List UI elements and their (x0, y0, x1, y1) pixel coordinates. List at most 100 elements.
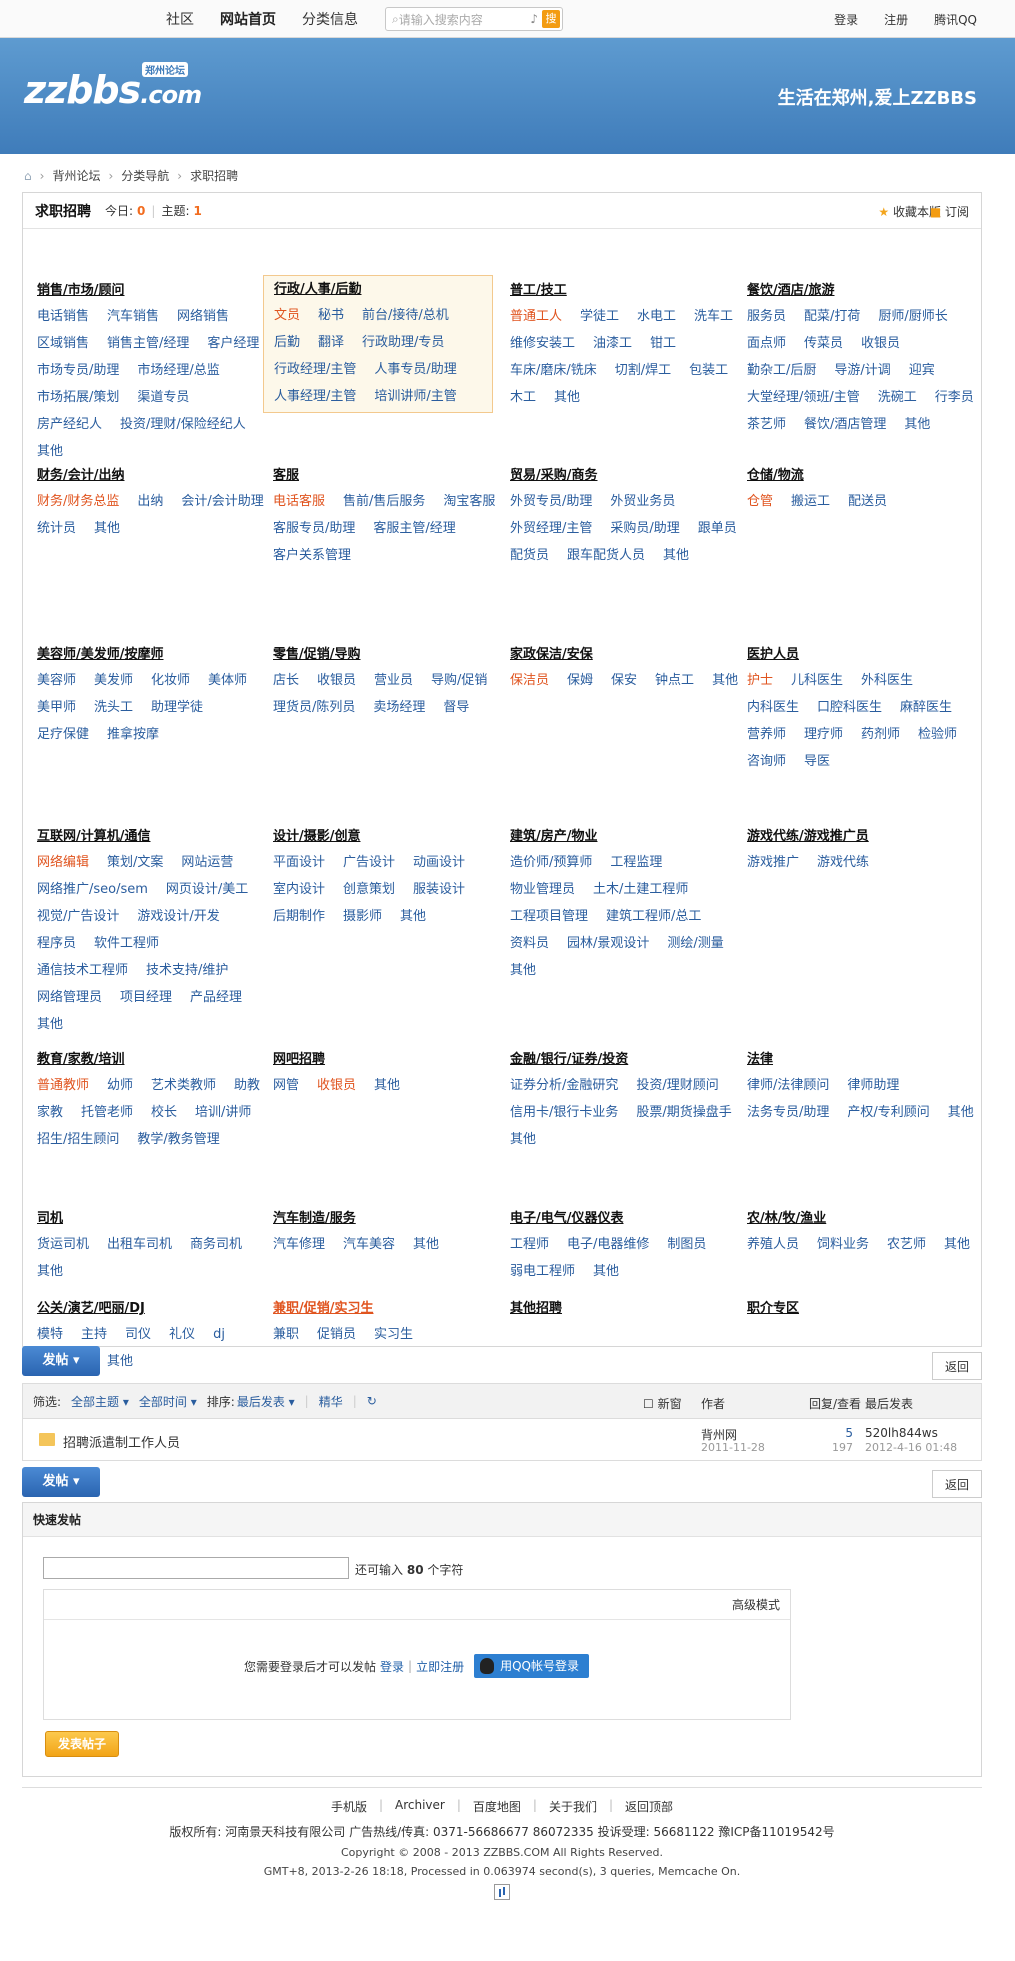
category-title[interactable]: 法律 (747, 1048, 977, 1072)
category-link[interactable]: 造价师/预算师 (510, 849, 592, 876)
category-title[interactable]: 销售/市场/顾问 (37, 279, 267, 303)
category-link[interactable]: 客户经理 (207, 330, 259, 357)
category-link[interactable]: 洗碗工 (878, 384, 917, 411)
category-link[interactable]: 市场经理/总监 (137, 357, 219, 384)
category-link[interactable]: 美容师 (37, 667, 76, 694)
footer-link[interactable]: 手机版 (331, 1798, 367, 1815)
home-icon[interactable]: ⌂ (24, 169, 32, 183)
category-link[interactable]: 会计/会计助理 (181, 488, 263, 515)
category-link[interactable]: 木工 (510, 384, 536, 411)
category-title[interactable]: 互联网/计算机/通信 (37, 825, 267, 849)
category-link[interactable]: 足疗保健 (37, 721, 89, 748)
category-link[interactable]: 茶艺师 (747, 411, 786, 438)
category-link[interactable]: 理货员/陈列员 (273, 694, 355, 721)
category-link[interactable]: 物业管理员 (510, 876, 575, 903)
category-link[interactable]: 仓管 (747, 488, 773, 515)
category-link[interactable]: 工程监理 (610, 849, 662, 876)
category-link[interactable]: 市场拓展/策划 (37, 384, 119, 411)
category-link[interactable]: 包装工 (689, 357, 728, 384)
category-link[interactable]: 普通教师 (37, 1072, 89, 1099)
category-link[interactable]: 区域销售 (37, 330, 89, 357)
subscribe-button[interactable]: ■ 订阅 (930, 203, 969, 220)
category-link[interactable]: 培训讲师/主管 (374, 383, 456, 410)
category-link[interactable]: 外贸业务员 (610, 488, 675, 515)
category-link[interactable]: 导购/促销 (431, 667, 487, 694)
category-link[interactable]: 外贸专员/助理 (510, 488, 592, 515)
category-link[interactable]: 信用卡/银行卡业务 (510, 1099, 618, 1126)
category-link[interactable]: 人事专员/助理 (374, 356, 456, 383)
category-link[interactable]: 其他 (712, 667, 738, 694)
category-link[interactable]: 投资/理财顾问 (636, 1072, 718, 1099)
category-link[interactable]: 网管 (273, 1072, 299, 1099)
category-link[interactable]: 洗车工 (694, 303, 733, 330)
category-link[interactable]: 油漆工 (593, 330, 632, 357)
category-link[interactable]: 内科医生 (747, 694, 799, 721)
category-link[interactable]: 电话客服 (273, 488, 325, 515)
post-button-bottom[interactable]: 发帖 ▾ (22, 1467, 100, 1497)
thread-row[interactable]: 招聘派遣制工作人员 背州网 2011-11-28 5 197 520lh844w… (22, 1419, 982, 1461)
category-title[interactable]: 美容师/美发师/按摩师 (37, 643, 267, 667)
category-link[interactable]: 保姆 (567, 667, 593, 694)
category-link[interactable]: 法务专员/助理 (747, 1099, 829, 1126)
category-title[interactable]: 农/林/牧/渔业 (747, 1207, 977, 1231)
category-link[interactable]: 切割/焊工 (615, 357, 671, 384)
category-link[interactable]: 游戏代练 (817, 849, 869, 876)
category-link[interactable]: 采购员/助理 (610, 515, 679, 542)
category-link[interactable]: 行政助理/专员 (362, 329, 444, 356)
category-link[interactable]: 室内设计 (273, 876, 325, 903)
category-link[interactable]: 平面设计 (273, 849, 325, 876)
category-link[interactable]: 收银员 (317, 667, 356, 694)
site-logo[interactable]: zzbbs.com 郑州论坛 (24, 62, 202, 112)
category-link[interactable]: 配货员 (510, 542, 549, 569)
category-link[interactable]: 其他 (413, 1231, 439, 1258)
category-link[interactable]: 司仪 (125, 1321, 151, 1348)
category-link[interactable]: 行政经理/主管 (274, 356, 356, 383)
category-link[interactable]: 模特 (37, 1321, 63, 1348)
category-title[interactable]: 设计/摄影/创意 (273, 825, 503, 849)
category-link[interactable]: 后期制作 (273, 903, 325, 930)
thread-title[interactable]: 招聘派遣制工作人员 (63, 1432, 180, 1451)
back-button-bottom[interactable]: 返回 (932, 1470, 982, 1498)
category-link[interactable]: 美发师 (94, 667, 133, 694)
category-link[interactable]: 渠道专员 (137, 384, 189, 411)
stats-icon[interactable] (494, 1884, 510, 1900)
category-link[interactable]: 大堂经理/领班/主管 (747, 384, 860, 411)
category-link[interactable]: 面点师 (747, 330, 786, 357)
category-title[interactable]: 行政/人事/后勤 (274, 278, 482, 302)
login-link[interactable]: 登录 (834, 11, 858, 28)
category-link[interactable]: 车床/磨床/铣床 (510, 357, 597, 384)
category-link[interactable]: 客服主管/经理 (373, 515, 455, 542)
category-link[interactable]: 保洁员 (510, 667, 549, 694)
category-link[interactable]: 其他 (510, 957, 536, 984)
category-link[interactable]: 农艺师 (887, 1231, 926, 1258)
category-link[interactable]: 保安 (611, 667, 637, 694)
category-link[interactable]: 水电工 (637, 303, 676, 330)
category-link[interactable]: 土木/土建工程师 (593, 876, 688, 903)
category-link[interactable]: 礼仪 (169, 1321, 195, 1348)
category-link[interactable]: 其他 (904, 411, 930, 438)
category-link[interactable]: 其他 (663, 542, 689, 569)
microphone-icon[interactable]: ♪ (530, 12, 538, 26)
category-link[interactable]: 制图员 (667, 1231, 706, 1258)
filter-all-topics[interactable]: 全部主题 ▾ (71, 1393, 129, 1410)
category-link[interactable]: 游戏推广 (747, 849, 799, 876)
category-title[interactable]: 其他招聘 (510, 1297, 740, 1321)
category-link[interactable]: 招生/招生顾问 (37, 1126, 119, 1153)
category-link[interactable]: 配菜/打荷 (804, 303, 860, 330)
login-link-inline[interactable]: 登录 (380, 1658, 404, 1675)
category-link[interactable]: 售前/售后服务 (343, 488, 425, 515)
category-link[interactable]: 摄影师 (343, 903, 382, 930)
category-link[interactable]: 测绘/测量 (667, 930, 723, 957)
category-link[interactable]: 行李员 (935, 384, 974, 411)
nav-classifieds[interactable]: 分类信息 (302, 9, 358, 29)
back-button[interactable]: 返回 (932, 1352, 982, 1380)
category-link[interactable]: 项目经理 (120, 984, 172, 1011)
category-link[interactable]: 洗头工 (94, 694, 133, 721)
category-link[interactable]: 网络销售 (177, 303, 229, 330)
qq-link[interactable]: 腾讯QQ (934, 11, 977, 28)
category-link[interactable]: 营业员 (374, 667, 413, 694)
category-link[interactable]: 美甲师 (37, 694, 76, 721)
category-title[interactable]: 兼职/促销/实习生 (273, 1297, 503, 1321)
category-link[interactable]: 其他 (37, 438, 63, 465)
category-link[interactable]: 汽车美容 (343, 1231, 395, 1258)
